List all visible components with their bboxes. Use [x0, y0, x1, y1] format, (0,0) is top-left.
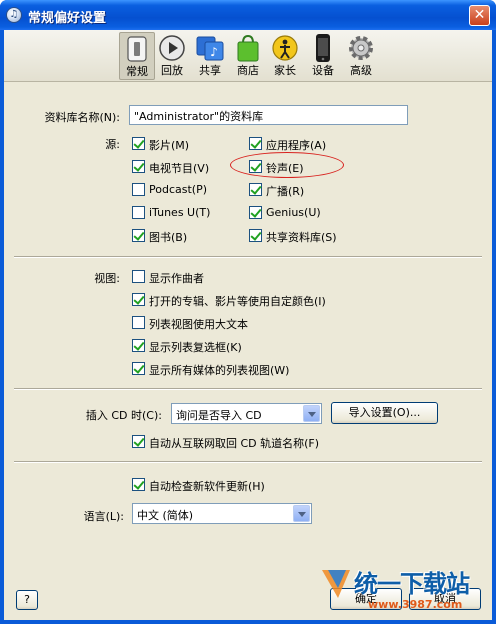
source-tv-shows-label: 电视节目(V)	[149, 162, 210, 175]
tab-general[interactable]: 常规	[119, 32, 155, 80]
auto-cd-names-checkbox[interactable]	[132, 435, 145, 448]
close-button[interactable]: ✕	[469, 5, 490, 26]
source-genius-label: Genius(U)	[266, 206, 321, 219]
view-custom-colors-checkbox[interactable]	[132, 293, 145, 306]
insert-cd-label: 插入 CD 时(C):	[85, 409, 162, 422]
watermark-brand: 统一下载站	[354, 570, 470, 598]
source-movies-checkbox[interactable]	[132, 137, 145, 150]
title-bar[interactable]: ♫ 常规偏好设置 ✕	[0, 0, 496, 30]
red-highlight-ellipse	[230, 152, 344, 178]
language-label: 语言(L):	[83, 510, 124, 523]
import-settings-button[interactable]: 导入设置(O)...	[331, 402, 438, 424]
source-tv-shows-checkbox[interactable]	[132, 160, 145, 173]
store-bag-icon	[237, 34, 259, 62]
view-list-checkboxes-checkbox[interactable]	[132, 339, 145, 352]
view-list-checkboxes-label: 显示列表复选框(K)	[149, 341, 242, 354]
source-podcast-label: Podcast(P)	[149, 183, 208, 196]
insert-cd-select[interactable]: 询问是否导入 CD	[171, 403, 322, 424]
source-radio-label: 广播(R)	[266, 185, 305, 198]
dialog-body: 常规 回放 ♪ 共享 商店 家长 设备 高级 资料库名称(N): "Admini…	[4, 30, 492, 620]
tab-sharing[interactable]: ♪ 共享	[192, 32, 228, 80]
source-genius-checkbox[interactable]	[249, 206, 262, 219]
parental-icon	[272, 35, 298, 61]
source-radio-checkbox[interactable]	[249, 183, 262, 196]
source-shared-libraries-checkbox[interactable]	[249, 229, 262, 242]
itunes-app-icon: ♫	[6, 7, 22, 23]
device-iphone-icon	[316, 34, 330, 62]
source-books-checkbox[interactable]	[132, 229, 145, 242]
library-name-label: 资料库名称(N):	[44, 111, 120, 124]
window-title: 常规偏好设置	[28, 11, 107, 26]
auto-cd-names-label: 自动从互联网取回 CD 轨道名称(F)	[149, 437, 320, 450]
divider	[14, 256, 482, 258]
chevron-down-icon[interactable]	[293, 505, 310, 522]
divider	[14, 388, 482, 390]
tab-devices[interactable]: 设备	[305, 32, 341, 80]
source-apps-label: 应用程序(A)	[266, 139, 327, 152]
view-large-text-label: 列表视图使用大文本	[149, 318, 248, 331]
view-show-composers-checkbox[interactable]	[132, 270, 145, 283]
view-all-media-list-label: 显示所有媒体的列表视图(W)	[149, 364, 290, 377]
tab-store[interactable]: 商店	[230, 32, 266, 80]
source-movies-label: 影片(M)	[149, 139, 190, 152]
sharing-icon: ♪	[196, 36, 224, 61]
sources-label: 源:	[105, 138, 120, 151]
view-show-composers-label: 显示作曲者	[149, 272, 204, 285]
auto-update-label: 自动检查新软件更新(H)	[149, 480, 265, 493]
library-name-field[interactable]: "Administrator"的资料库	[129, 105, 408, 125]
general-switch-icon	[127, 36, 147, 62]
source-shared-libraries-label: 共享资料库(S)	[266, 231, 337, 244]
views-label: 视图:	[94, 272, 120, 285]
source-itunes-u-label: iTunes U(T)	[149, 206, 211, 219]
download-site-watermark: 统一下载站 www.3987.com	[320, 564, 496, 616]
watermark-logo-icon	[322, 570, 350, 598]
gear-icon	[349, 36, 373, 60]
source-books-label: 图书(B)	[149, 231, 188, 244]
source-apps-checkbox[interactable]	[249, 137, 262, 150]
view-custom-colors-label: 打开的专辑、影片等使用自定颜色(I)	[149, 295, 326, 308]
view-large-text-checkbox[interactable]	[132, 316, 145, 329]
watermark-url: www.3987.com	[368, 598, 463, 611]
tab-playback[interactable]: 回放	[154, 32, 190, 80]
svg-text:♪: ♪	[210, 45, 218, 59]
help-button[interactable]: ?	[16, 590, 38, 610]
source-podcast-checkbox[interactable]	[132, 183, 145, 196]
tab-parental[interactable]: 家长	[267, 32, 303, 80]
tab-advanced[interactable]: 高级	[343, 32, 379, 80]
view-all-media-list-checkbox[interactable]	[132, 362, 145, 375]
source-itunes-u-checkbox[interactable]	[132, 206, 145, 219]
chevron-down-icon[interactable]	[303, 405, 320, 422]
preferences-toolbar: 常规 回放 ♪ 共享 商店 家长 设备 高级	[4, 30, 492, 82]
auto-update-checkbox[interactable]	[132, 478, 145, 491]
preferences-window: ♫ 常规偏好设置 ✕ 常规 回放 ♪ 共享 商店 家长 设备 高级 资料库名称(…	[0, 0, 496, 624]
divider	[14, 461, 482, 463]
language-select[interactable]: 中文 (简体)	[132, 503, 312, 524]
playback-icon	[159, 35, 185, 61]
